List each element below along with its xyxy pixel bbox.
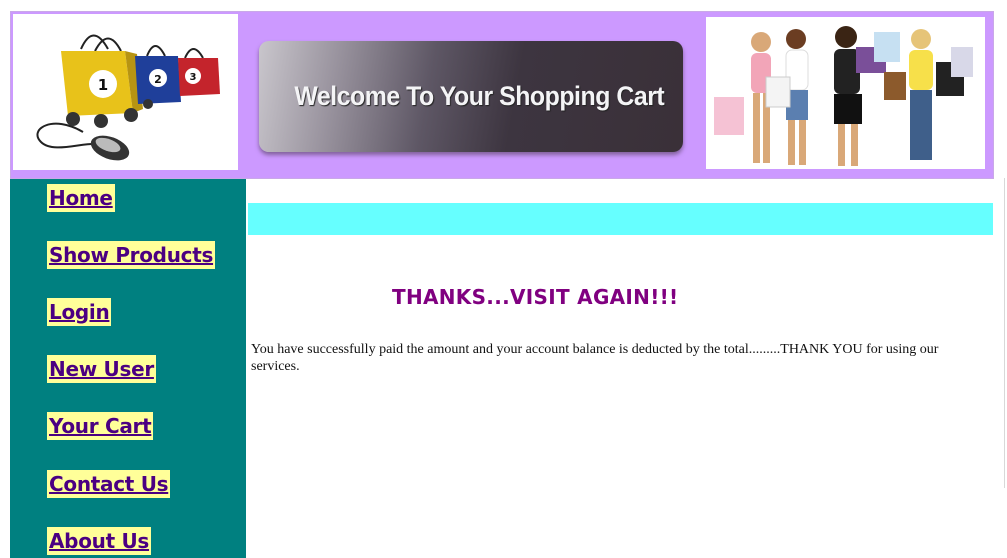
shopping-bags-logo: 1 2 3 <box>13 14 238 170</box>
nav-contact-us[interactable]: Contact Us <box>47 470 171 498</box>
welcome-banner: Welcome To Your Shopping Cart <box>259 41 683 152</box>
shoppers-photo <box>706 17 985 169</box>
thanks-heading: THANKS...VISIT AGAIN!!! <box>392 285 679 309</box>
bag-number-3: 3 <box>190 72 197 83</box>
content-top-bar <box>248 203 993 235</box>
bag-number-2: 2 <box>154 73 162 86</box>
nav-about-us[interactable]: About Us <box>47 527 152 555</box>
payment-success-message: You have successfully paid the amount an… <box>251 342 939 374</box>
scrollbar-edge <box>1004 178 1005 488</box>
nav-login[interactable]: Login <box>47 298 112 326</box>
nav-new-user[interactable]: New User <box>47 355 156 383</box>
nav-home[interactable]: Home <box>47 184 115 212</box>
header: 1 2 3 Welcome To Your Shopping Cart <box>10 11 994 179</box>
sidebar-nav: Home Show Products Login New User Your C… <box>10 179 246 558</box>
nav-your-cart[interactable]: Your Cart <box>47 412 154 440</box>
bag-number-1: 1 <box>98 76 108 94</box>
banner-text: Welcome To Your Shopping Cart <box>294 81 665 111</box>
nav-show-products[interactable]: Show Products <box>47 241 216 269</box>
